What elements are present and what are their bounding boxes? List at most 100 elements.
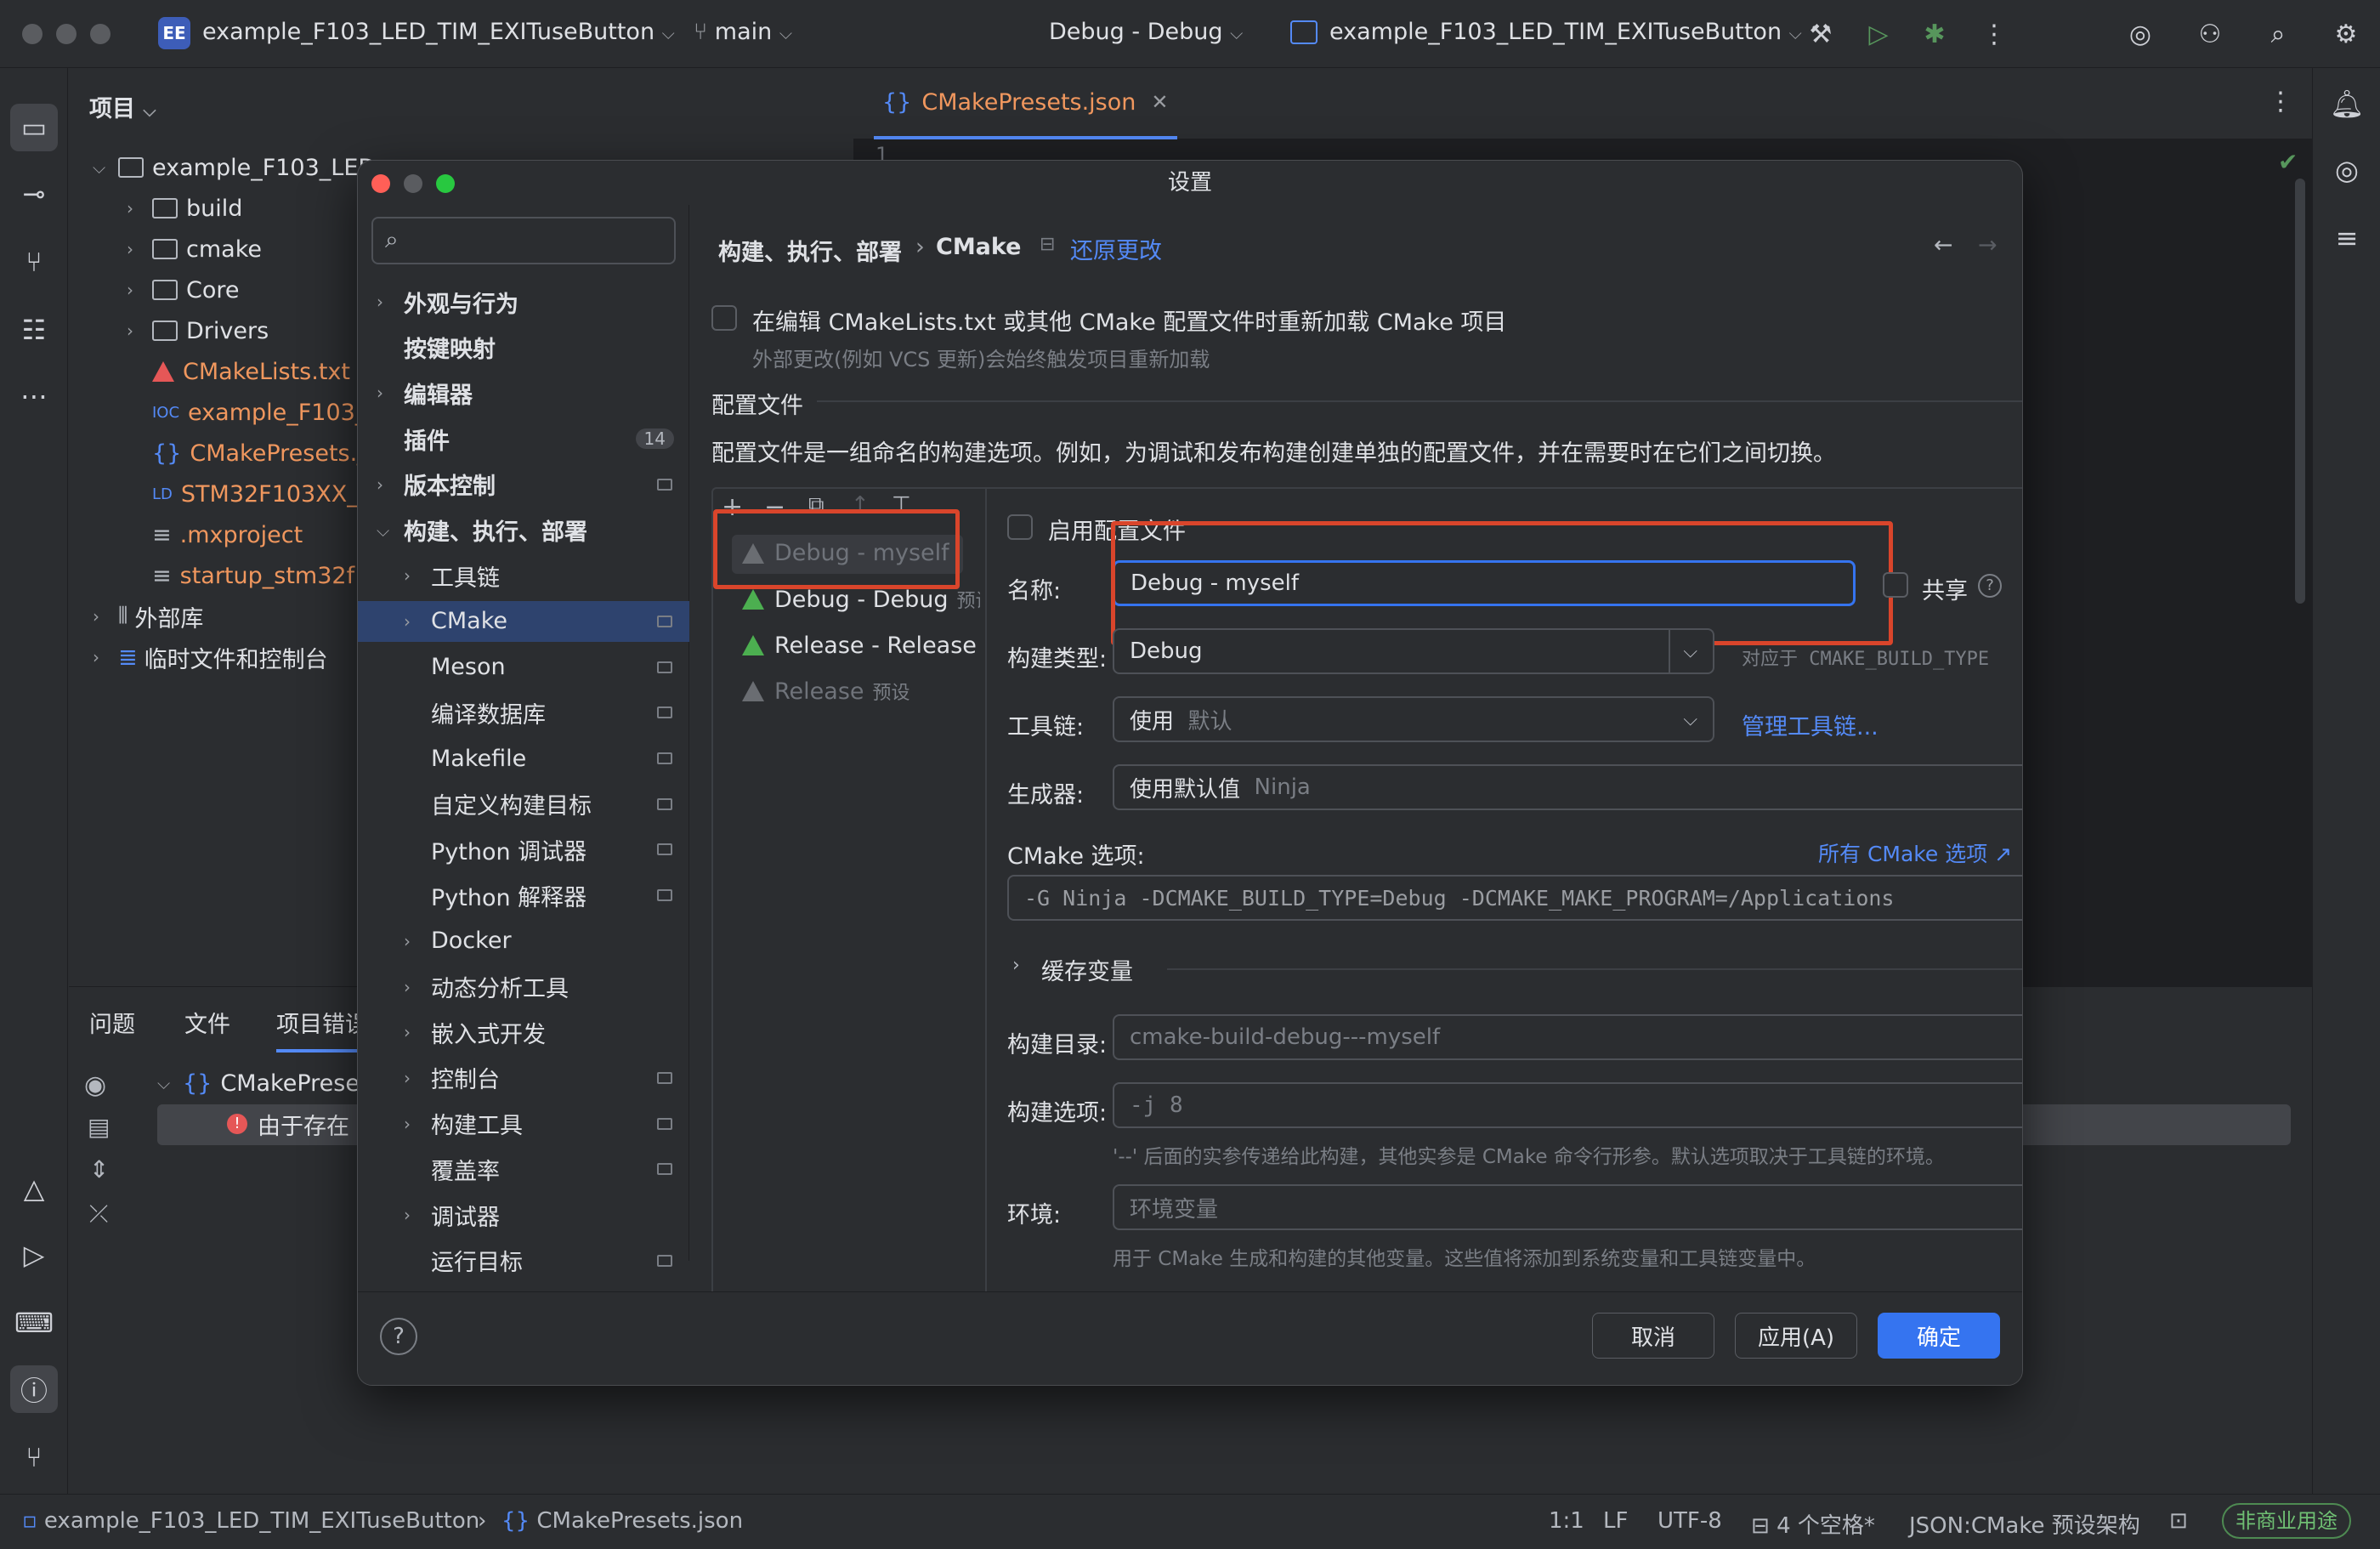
- git-icon[interactable]: ⑂: [10, 1433, 58, 1481]
- editor-scrollbar[interactable]: [2295, 179, 2305, 604]
- status-position[interactable]: 1:1: [1549, 1508, 1584, 1534]
- tree-item[interactable]: ≡ startup_stm32f: [127, 556, 354, 595]
- status-file[interactable]: {} CMakePresets.json: [502, 1508, 743, 1534]
- search-icon[interactable]: ⌕: [2259, 15, 2297, 53]
- tree-item[interactable]: › cmake: [127, 230, 262, 269]
- settings-nav-item[interactable]: Meson: [358, 647, 689, 688]
- tab-problems[interactable]: 问题: [89, 1006, 135, 1039]
- settings-nav-item[interactable]: 按键映射: [358, 327, 689, 368]
- problem-error-row[interactable]: ! 由于存在: [227, 1104, 349, 1143]
- generator-select[interactable]: 使用默认值 Ninja⌵: [1113, 764, 2022, 810]
- database-icon[interactable]: ≡: [2323, 214, 2371, 262]
- settings-nav-item[interactable]: › Docker: [358, 921, 689, 962]
- debug-bug-icon[interactable]: ✱: [1916, 15, 1953, 53]
- profile-item[interactable]: Release - Release预设: [742, 632, 980, 659]
- tree-item[interactable]: IOC example_F103_: [127, 393, 366, 432]
- license-badge[interactable]: 非商业用途: [2222, 1503, 2351, 1539]
- settings-nav-item[interactable]: › 嵌入式开发: [358, 1012, 689, 1053]
- structure-icon[interactable]: ☷: [10, 306, 58, 354]
- status-encoding[interactable]: UTF-8: [1658, 1508, 1722, 1534]
- reset-changes-link[interactable]: 还原更改: [1070, 232, 1162, 265]
- editor-tab[interactable]: {} CMakePresets.json ✕: [874, 68, 1177, 139]
- help-icon[interactable]: ?: [380, 1318, 417, 1355]
- settings-nav-item[interactable]: › 工具链: [358, 555, 689, 596]
- build-hammer-icon[interactable]: ⚒: [1802, 15, 1839, 53]
- settings-nav-item[interactable]: › CMake: [358, 600, 689, 642]
- settings-nav-item[interactable]: › 版本控制: [358, 464, 689, 505]
- notifications-icon[interactable]: 🔔︎: [2323, 80, 2371, 128]
- window-zoom-button[interactable]: [90, 24, 110, 44]
- editor-more-icon[interactable]: ⋮: [2268, 87, 2293, 116]
- lock-icon[interactable]: ⊡: [2169, 1508, 2188, 1534]
- settings-nav-item[interactable]: Python 调试器: [358, 829, 689, 870]
- profile-item[interactable]: Release 预设: [742, 678, 910, 705]
- settings-nav-item[interactable]: 运行目标: [358, 1240, 689, 1281]
- window-minimize-button[interactable]: [56, 24, 76, 44]
- tree-item[interactable]: › build: [127, 189, 242, 228]
- settings-nav-item[interactable]: Makefile: [358, 738, 689, 779]
- tree-item[interactable]: CMakeLists.txt: [127, 352, 350, 391]
- run-icon[interactable]: ▷: [1860, 15, 1897, 53]
- services-icon[interactable]: ▷: [10, 1231, 58, 1279]
- settings-nav-item[interactable]: 自定义构建目标: [358, 784, 689, 825]
- tree-item[interactable]: › Drivers: [127, 311, 269, 350]
- tab-project-errors[interactable]: 项目错误: [276, 1006, 368, 1053]
- back-arrow-icon[interactable]: ←: [1934, 232, 1953, 258]
- project-switcher[interactable]: example_F103_LED_TIM_EXITuseButton ⌵: [202, 19, 675, 45]
- ok-button[interactable]: 确定: [1878, 1313, 2000, 1359]
- project-folder-icon[interactable]: ▭: [10, 104, 58, 151]
- status-indent[interactable]: ⊟ 4 个空格*: [1751, 1508, 1875, 1540]
- settings-nav-item[interactable]: ⌵ 构建、执行、部署: [358, 510, 689, 551]
- settings-nav-item[interactable]: › 调试器: [358, 1194, 689, 1235]
- settings-nav-item[interactable]: › 动态分析工具: [358, 967, 689, 1007]
- project-panel-title[interactable]: 项目 ⌵: [89, 90, 156, 123]
- tree-item[interactable]: LD STM32F103XX_: [127, 474, 359, 513]
- settings-nav-item[interactable]: › 构建工具: [358, 1104, 689, 1144]
- tree-item[interactable]: ≡ .mxproject: [127, 515, 303, 554]
- tree-root[interactable]: ⌵ example_F103_LED: [93, 148, 376, 187]
- settings-nav-item[interactable]: 覆盖率: [358, 1149, 689, 1189]
- cancel-button[interactable]: 取消: [1592, 1313, 1714, 1359]
- cache-variables-toggle[interactable]: 缓存变量: [1041, 953, 1133, 986]
- tree-item[interactable]: {} CMakePresets.js: [127, 434, 376, 473]
- share-checkbox[interactable]: [1883, 572, 1908, 598]
- ai-assistant-icon[interactable]: ◎: [2122, 15, 2159, 53]
- settings-search-input[interactable]: ⌕: [371, 217, 676, 264]
- settings-nav-item[interactable]: › 控制台: [358, 1058, 689, 1098]
- add-user-icon[interactable]: ⚇: [2191, 15, 2229, 53]
- build-dir-input[interactable]: cmake-build-debug---myself▭: [1113, 1014, 2022, 1060]
- tab-file[interactable]: 文件: [184, 1006, 230, 1039]
- ai-chat-icon[interactable]: ◎: [2323, 146, 2371, 194]
- settings-gear-icon[interactable]: ⚙: [2327, 15, 2365, 53]
- status-line-separator[interactable]: LF: [1603, 1508, 1628, 1534]
- window-close-button[interactable]: [22, 24, 42, 44]
- preview-icon[interactable]: ▤: [88, 1113, 110, 1141]
- run-config-selector[interactable]: Debug - Debug ⌵: [1049, 19, 1243, 45]
- reload-cmake-checkbox[interactable]: [711, 305, 737, 331]
- settings-nav-item[interactable]: 插件 14: [358, 418, 689, 459]
- collapse-all-icon[interactable]: ⤫: [89, 1200, 108, 1228]
- cmake-options-input[interactable]: -G Ninja -DCMAKE_BUILD_TYPE=Debug -DCMAK…: [1007, 875, 2022, 921]
- enable-profile-checkbox[interactable]: [1007, 514, 1033, 540]
- branch-switcher[interactable]: ⑂ main ⌵: [694, 19, 792, 45]
- environment-input[interactable]: 环境变量▤: [1113, 1184, 2022, 1230]
- build-type-combobox[interactable]: Debug ⌵: [1113, 628, 1714, 674]
- apply-button[interactable]: 应用(A): [1735, 1313, 1857, 1359]
- build-options-input[interactable]: -j 8⤢: [1113, 1082, 2022, 1128]
- settings-nav-item[interactable]: › 编辑器: [358, 372, 689, 413]
- all-cmake-options-link[interactable]: 所有 CMake 选项 ↗: [1818, 837, 2012, 868]
- pull-request-icon[interactable]: ⑂: [10, 238, 58, 286]
- settings-nav-item[interactable]: 编译数据库: [358, 692, 689, 733]
- manage-toolchains-link[interactable]: 管理工具链...: [1742, 708, 1878, 741]
- more-tools-icon[interactable]: ⋯: [10, 372, 58, 420]
- tree-external-libs[interactable]: › ⫴ 外部库: [93, 597, 203, 636]
- problem-file-row[interactable]: ⌵ {} CMakePrese: [157, 1064, 360, 1103]
- expand-all-icon[interactable]: ⇕: [89, 1155, 109, 1183]
- cmake-icon[interactable]: △: [10, 1165, 58, 1212]
- help-icon[interactable]: ?: [1978, 574, 2002, 598]
- status-schema[interactable]: JSON:CMake 预设架构: [1909, 1508, 2140, 1540]
- chevron-right-icon[interactable]: ›: [1012, 955, 1020, 976]
- terminal-icon[interactable]: ⌨: [10, 1299, 58, 1347]
- eye-icon[interactable]: ◉: [84, 1070, 106, 1100]
- target-selector[interactable]: example_F103_LED_TIM_EXITuseButton ⌵: [1329, 19, 1802, 45]
